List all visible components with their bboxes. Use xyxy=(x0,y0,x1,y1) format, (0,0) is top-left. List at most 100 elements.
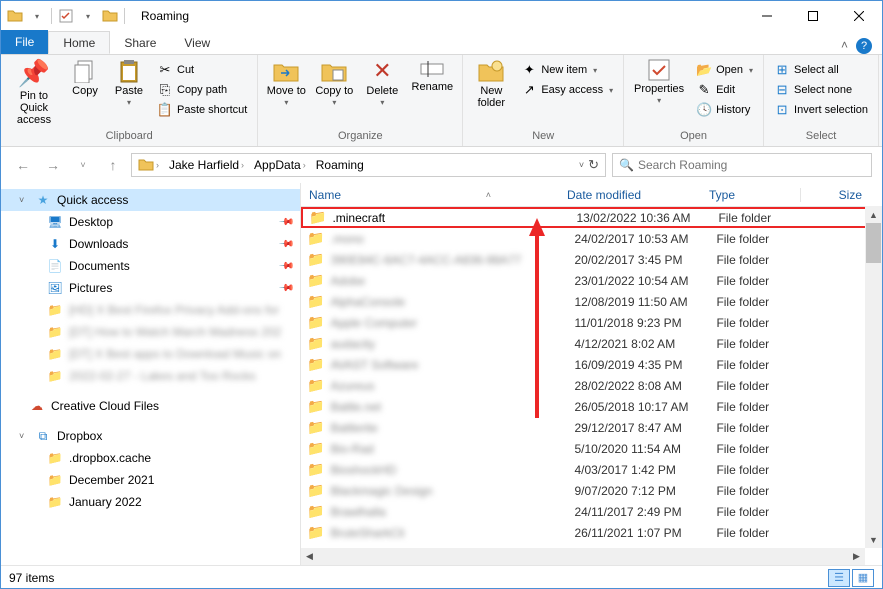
vertical-scrollbar[interactable]: ▲ ▼ xyxy=(865,206,882,548)
history-button[interactable]: 🕓History xyxy=(692,101,757,119)
address-dropdown-icon[interactable]: ˅ xyxy=(579,160,584,170)
properties-qat[interactable] xyxy=(56,6,76,26)
col-name[interactable]: Name˄ xyxy=(301,188,559,202)
back-button[interactable]: ← xyxy=(11,153,35,177)
tab-view[interactable]: View xyxy=(170,31,224,54)
move-to-button[interactable]: Move to ▾ xyxy=(264,57,308,110)
nav-recent-3[interactable]: 📁[DT] X Best apps to Download Music on xyxy=(1,343,300,365)
new-item-button[interactable]: ✦New item▾ xyxy=(517,61,617,79)
recent-locations[interactable]: ˅ xyxy=(71,153,95,177)
scroll-thumb[interactable] xyxy=(866,223,881,263)
scroll-left-button[interactable]: ◀ xyxy=(301,548,318,565)
table-row[interactable]: 📁AlphaConsole12/08/2019 11:50 AMFile fol… xyxy=(301,291,882,312)
maximize-button[interactable] xyxy=(790,1,836,31)
table-row[interactable]: 📁Adobe23/01/2022 10:54 AMFile folder xyxy=(301,270,882,291)
nav-pictures[interactable]: 🖼Pictures📌 xyxy=(1,277,300,299)
edit-button[interactable]: ✎Edit xyxy=(692,81,757,99)
nav-dec-2021[interactable]: 📁December 2021 xyxy=(1,469,300,491)
scroll-down-button[interactable]: ▼ xyxy=(865,531,882,548)
nav-desktop[interactable]: 🖥Desktop📌 xyxy=(1,211,300,233)
nav-jan-2022[interactable]: 📁January 2022 xyxy=(1,491,300,513)
tab-share[interactable]: Share xyxy=(110,31,170,54)
move-to-icon xyxy=(273,59,299,83)
ribbon: 📌 Pin to Quick access Copy Paste ▾ ✂Cut … xyxy=(1,55,882,147)
copy-path-button[interactable]: ⎘Copy path xyxy=(153,81,251,99)
file-type: File folder xyxy=(716,505,816,519)
copy-button[interactable]: Copy xyxy=(65,57,105,99)
search-input[interactable] xyxy=(638,158,865,172)
pin-to-quick-access-button[interactable]: 📌 Pin to Quick access xyxy=(7,57,61,128)
scroll-up-button[interactable]: ▲ xyxy=(865,206,882,223)
up-button[interactable]: ↑ xyxy=(101,153,125,177)
table-row[interactable]: 📁Bio-Rad5/10/2020 11:54 AMFile folder xyxy=(301,438,882,459)
invert-selection-button[interactable]: ⊡Invert selection xyxy=(770,101,872,119)
status-bar: 97 items ☰ ▦ xyxy=(1,565,882,589)
properties-button[interactable]: Properties ▾ xyxy=(630,57,688,108)
nav-dropbox[interactable]: ˅⧉Dropbox xyxy=(1,425,300,447)
file-type: File folder xyxy=(716,463,816,477)
qat-dropdown2-icon[interactable]: ▾ xyxy=(78,6,98,26)
easy-access-button[interactable]: ↗Easy access▾ xyxy=(517,81,617,99)
nav-recent-4[interactable]: 📁2022-02-27 - Lakes and Too Rocks xyxy=(1,365,300,387)
nav-recent-2[interactable]: 📁[DT] How to Watch March Madness 202 xyxy=(1,321,300,343)
group-open: Properties ▾ 📂Open▾ ✎Edit 🕓History Open xyxy=(624,55,764,146)
cut-icon: ✂ xyxy=(157,62,173,78)
crumb-1[interactable]: Jake Harfield› xyxy=(165,156,248,174)
table-row[interactable]: 📁390E84C-6AC7-4ACC-A836-98A7720/02/2017 … xyxy=(301,249,882,270)
nav-quick-access[interactable]: ˅★Quick access xyxy=(1,189,300,211)
address-bar[interactable]: › Jake Harfield› AppData› Roaming ˅ ↻ xyxy=(131,153,606,177)
crumb-3[interactable]: Roaming xyxy=(312,156,368,174)
table-row[interactable]: 📁Apple Computer11/01/2018 9:23 PMFile fo… xyxy=(301,312,882,333)
nav-downloads[interactable]: ⬇Downloads📌 xyxy=(1,233,300,255)
tab-file[interactable]: File xyxy=(1,30,48,54)
table-row[interactable]: 📁Brawlhalla24/11/2017 2:49 PMFile folder xyxy=(301,501,882,522)
scroll-right-button[interactable]: ▶ xyxy=(848,548,865,565)
file-date: 20/02/2017 3:45 PM xyxy=(574,253,716,267)
paste-shortcut-button[interactable]: 📋Paste shortcut xyxy=(153,101,251,119)
table-row[interactable]: 📁BioshockHD4/03/2017 1:42 PMFile folder xyxy=(301,459,882,480)
col-size[interactable]: Size xyxy=(801,188,882,202)
file-name: .minecraft xyxy=(332,211,576,225)
table-row[interactable]: 📁Battlerite29/12/2017 8:47 AMFile folder xyxy=(301,417,882,438)
col-date[interactable]: Date modified xyxy=(559,188,701,202)
minimize-ribbon-icon[interactable]: ˄ xyxy=(841,38,848,54)
folder-icon: 📁 xyxy=(307,503,324,520)
table-row[interactable]: 📁.minecraft13/02/2022 10:36 AMFile folde… xyxy=(301,207,882,228)
copy-to-button[interactable]: Copy to ▾ xyxy=(312,57,356,110)
thumbnails-view-button[interactable]: ▦ xyxy=(852,569,874,587)
minimize-button[interactable] xyxy=(744,1,790,31)
table-row[interactable]: 📁audacity4/12/2021 8:02 AMFile folder xyxy=(301,333,882,354)
refresh-icon[interactable]: ↻ xyxy=(588,157,599,173)
select-none-button[interactable]: ⊟Select none xyxy=(770,81,872,99)
help-icon[interactable]: ? xyxy=(856,38,872,54)
nav-creative-cloud[interactable]: ☁Creative Cloud Files xyxy=(1,395,300,417)
crumb-root-icon[interactable]: › xyxy=(134,155,163,175)
delete-button[interactable]: ✕ Delete ▾ xyxy=(360,57,404,110)
col-type[interactable]: Type xyxy=(701,188,801,202)
paste-button[interactable]: Paste ▾ xyxy=(109,57,149,110)
forward-button[interactable]: → xyxy=(41,153,65,177)
crumb-2[interactable]: AppData› xyxy=(250,156,310,174)
details-view-button[interactable]: ☰ xyxy=(828,569,850,587)
rename-button[interactable]: Rename xyxy=(408,57,456,95)
pin-icon: 📌 xyxy=(277,236,294,253)
table-row[interactable]: 📁Blackmagic Design9/07/2020 7:12 PMFile … xyxy=(301,480,882,501)
edit-icon: ✎ xyxy=(696,82,712,98)
select-all-button[interactable]: ⊞Select all xyxy=(770,61,872,79)
table-row[interactable]: 📁BruteSharkCli26/11/2021 1:07 PMFile fol… xyxy=(301,522,882,543)
nav-recent-1[interactable]: 📁[HD] X Best Firefox Privacy Add-ons for xyxy=(1,299,300,321)
table-row[interactable]: 📁.mono24/02/2017 10:53 AMFile folder xyxy=(301,228,882,249)
open-button[interactable]: 📂Open▾ xyxy=(692,61,757,79)
table-row[interactable]: 📁Azureus28/02/2022 8:08 AMFile folder xyxy=(301,375,882,396)
cut-button[interactable]: ✂Cut xyxy=(153,61,251,79)
search-box[interactable]: 🔍 xyxy=(612,153,872,177)
nav-documents[interactable]: 📄Documents📌 xyxy=(1,255,300,277)
new-folder-button[interactable]: New folder xyxy=(469,57,513,111)
tab-home[interactable]: Home xyxy=(48,31,110,54)
horizontal-scrollbar[interactable]: ◀ ▶ xyxy=(301,548,865,565)
table-row[interactable]: 📁Battle.net26/05/2018 10:17 AMFile folde… xyxy=(301,396,882,417)
nav-dropbox-cache[interactable]: 📁.dropbox.cache xyxy=(1,447,300,469)
close-button[interactable] xyxy=(836,1,882,31)
qat-dropdown-icon[interactable]: ▾ xyxy=(27,6,47,26)
table-row[interactable]: 📁AVAST Software16/09/2019 4:35 PMFile fo… xyxy=(301,354,882,375)
